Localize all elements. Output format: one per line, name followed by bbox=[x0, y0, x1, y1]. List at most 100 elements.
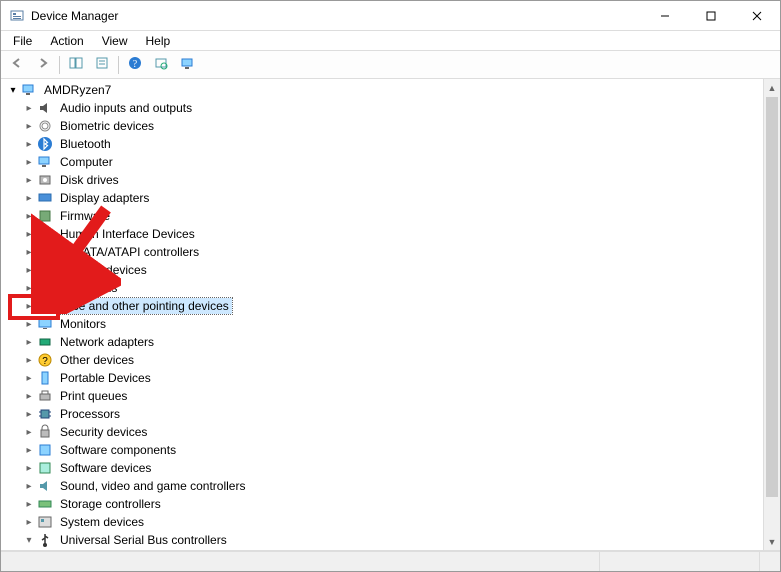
tree-category-label: Print queues bbox=[57, 388, 130, 404]
back-button[interactable] bbox=[5, 54, 29, 76]
menu-view[interactable]: View bbox=[94, 32, 136, 50]
scan-button[interactable] bbox=[149, 54, 173, 76]
expand-toggle[interactable]: ▸ bbox=[21, 352, 37, 368]
tree-category[interactable]: ▸Bluetooth bbox=[1, 135, 763, 153]
tree-category[interactable]: ▸ Display adapters bbox=[1, 189, 763, 207]
monitor-icon bbox=[180, 56, 194, 73]
tree-category[interactable]: ▸ Audio inputs and outputs bbox=[1, 99, 763, 117]
expand-toggle[interactable]: ▸ bbox=[21, 172, 37, 188]
expand-toggle[interactable]: ▸ bbox=[21, 442, 37, 458]
close-button[interactable] bbox=[734, 1, 780, 30]
tree-category[interactable]: ▸Portable Devices bbox=[1, 369, 763, 387]
expand-toggle[interactable]: ▸ bbox=[21, 406, 37, 422]
tree-category-label: IDE ATA/ATAPI controllers bbox=[57, 244, 202, 260]
tree-category[interactable]: ▸Imaging devices bbox=[1, 261, 763, 279]
scroll-down-button[interactable]: ▼ bbox=[764, 533, 780, 550]
tree-category-label: Display adapters bbox=[57, 190, 152, 206]
expand-toggle[interactable]: ▾ bbox=[21, 532, 37, 548]
maximize-button[interactable] bbox=[688, 1, 734, 30]
expand-toggle[interactable]: ▾ bbox=[5, 82, 21, 98]
tree-category[interactable]: ▸Monitors bbox=[1, 315, 763, 333]
expand-toggle[interactable]: ▸ bbox=[21, 370, 37, 386]
tree-category[interactable]: ▸Keyboards bbox=[1, 279, 763, 297]
help-button[interactable]: ? bbox=[123, 54, 147, 76]
properties-button[interactable] bbox=[90, 54, 114, 76]
display-adapter-icon bbox=[37, 190, 53, 206]
tree-category[interactable]: ▸?Other devices bbox=[1, 351, 763, 369]
device-tree-scroll[interactable]: ▾AMDRyzen7▸Audio inputs and outputs▸Biom… bbox=[1, 79, 763, 550]
tree-root-label: AMDRyzen7 bbox=[41, 82, 114, 98]
expand-toggle[interactable]: ▸ bbox=[21, 118, 37, 134]
tree-category-label: Other devices bbox=[57, 352, 137, 368]
expand-toggle[interactable]: ▸ bbox=[21, 298, 37, 314]
scroll-thumb[interactable] bbox=[766, 97, 778, 497]
expand-toggle[interactable]: ▸ bbox=[21, 244, 37, 260]
tree-category[interactable]: ▸ IDE ATA/ATAPI controllers bbox=[1, 243, 763, 261]
expand-toggle[interactable]: ▸ bbox=[21, 460, 37, 476]
scroll-up-button[interactable]: ▲ bbox=[764, 79, 780, 96]
tree-category[interactable]: ▸Mice and other pointing devices bbox=[1, 297, 763, 315]
expand-toggle[interactable]: ▸ bbox=[21, 100, 37, 116]
tree-category[interactable]: ▾Universal Serial Bus controllers bbox=[1, 531, 763, 549]
tree-category[interactable]: ▸ Network adapters bbox=[1, 333, 763, 351]
tree-category[interactable]: ▸Firmware bbox=[1, 207, 763, 225]
tree-category[interactable]: ▸ Print queues bbox=[1, 387, 763, 405]
content-area: ▾AMDRyzen7▸Audio inputs and outputs▸Biom… bbox=[1, 79, 780, 551]
tree-category[interactable]: ▸System devices bbox=[1, 513, 763, 531]
expand-toggle[interactable]: ▸ bbox=[21, 208, 37, 224]
expand-toggle[interactable]: ▸ bbox=[21, 514, 37, 530]
tree-category-label: Processors bbox=[57, 406, 123, 422]
monitor-device-icon bbox=[37, 316, 53, 332]
tree-category[interactable]: ▸Software devices bbox=[1, 459, 763, 477]
tree-category[interactable]: ▸Computer bbox=[1, 153, 763, 171]
tree-category[interactable]: ▸Sound, video and game controllers bbox=[1, 477, 763, 495]
help-icon: ? bbox=[128, 56, 142, 73]
expand-toggle[interactable]: ▸ bbox=[21, 478, 37, 494]
tree-category-label: Software components bbox=[57, 442, 179, 458]
expand-toggle[interactable]: ▸ bbox=[21, 334, 37, 350]
tree-root[interactable]: ▾ AMDRyzen7 bbox=[1, 81, 763, 99]
expand-toggle[interactable]: ▸ bbox=[21, 316, 37, 332]
expand-toggle[interactable]: ▸ bbox=[21, 154, 37, 170]
app-icon bbox=[9, 8, 25, 24]
expand-toggle[interactable]: ▸ bbox=[21, 226, 37, 242]
tree-category[interactable]: ▸ Software components bbox=[1, 441, 763, 459]
show-hide-console-button[interactable] bbox=[64, 54, 88, 76]
portable-icon bbox=[37, 370, 53, 386]
tree-category[interactable]: ▸ Processors bbox=[1, 405, 763, 423]
expand-toggle[interactable]: ▸ bbox=[21, 136, 37, 152]
expand-toggle[interactable]: ▸ bbox=[21, 424, 37, 440]
tree-category[interactable]: ▸Human Interface Devices bbox=[1, 225, 763, 243]
forward-button[interactable] bbox=[31, 54, 55, 76]
expand-toggle[interactable]: ▸ bbox=[21, 190, 37, 206]
security-icon bbox=[37, 424, 53, 440]
tree-category-label: Network adapters bbox=[57, 334, 157, 350]
show-hidden-button[interactable] bbox=[175, 54, 199, 76]
expand-toggle[interactable]: ▸ bbox=[21, 280, 37, 296]
tree-category-label: Security devices bbox=[57, 424, 150, 440]
tree-category[interactable]: ▸Storage controllers bbox=[1, 495, 763, 513]
vertical-scrollbar[interactable]: ▲ ▼ bbox=[763, 79, 780, 550]
storage-icon bbox=[37, 496, 53, 512]
scan-hardware-icon bbox=[154, 56, 168, 73]
menu-file[interactable]: File bbox=[5, 32, 40, 50]
unknown-icon: ? bbox=[37, 352, 53, 368]
expand-toggle[interactable]: ▸ bbox=[21, 262, 37, 278]
arrow-right-icon bbox=[36, 56, 50, 73]
expand-toggle[interactable]: ▸ bbox=[21, 496, 37, 512]
status-bar bbox=[1, 551, 780, 571]
minimize-button[interactable] bbox=[642, 1, 688, 30]
mouse-icon bbox=[37, 298, 53, 314]
software-dev-icon bbox=[37, 460, 53, 476]
software-comp-icon bbox=[37, 442, 53, 458]
toolbar-separator bbox=[118, 56, 119, 74]
menu-help[interactable]: Help bbox=[138, 32, 179, 50]
tree-category-label: Audio inputs and outputs bbox=[57, 100, 195, 116]
menu-bar: File Action View Help bbox=[1, 31, 780, 51]
expand-toggle[interactable]: ▸ bbox=[21, 388, 37, 404]
tree-category[interactable]: ▸Biometric devices bbox=[1, 117, 763, 135]
tree-category[interactable]: ▸ Security devices bbox=[1, 423, 763, 441]
menu-action[interactable]: Action bbox=[42, 32, 91, 50]
tree-category[interactable]: ▸Disk drives bbox=[1, 171, 763, 189]
hid-icon bbox=[37, 226, 53, 242]
